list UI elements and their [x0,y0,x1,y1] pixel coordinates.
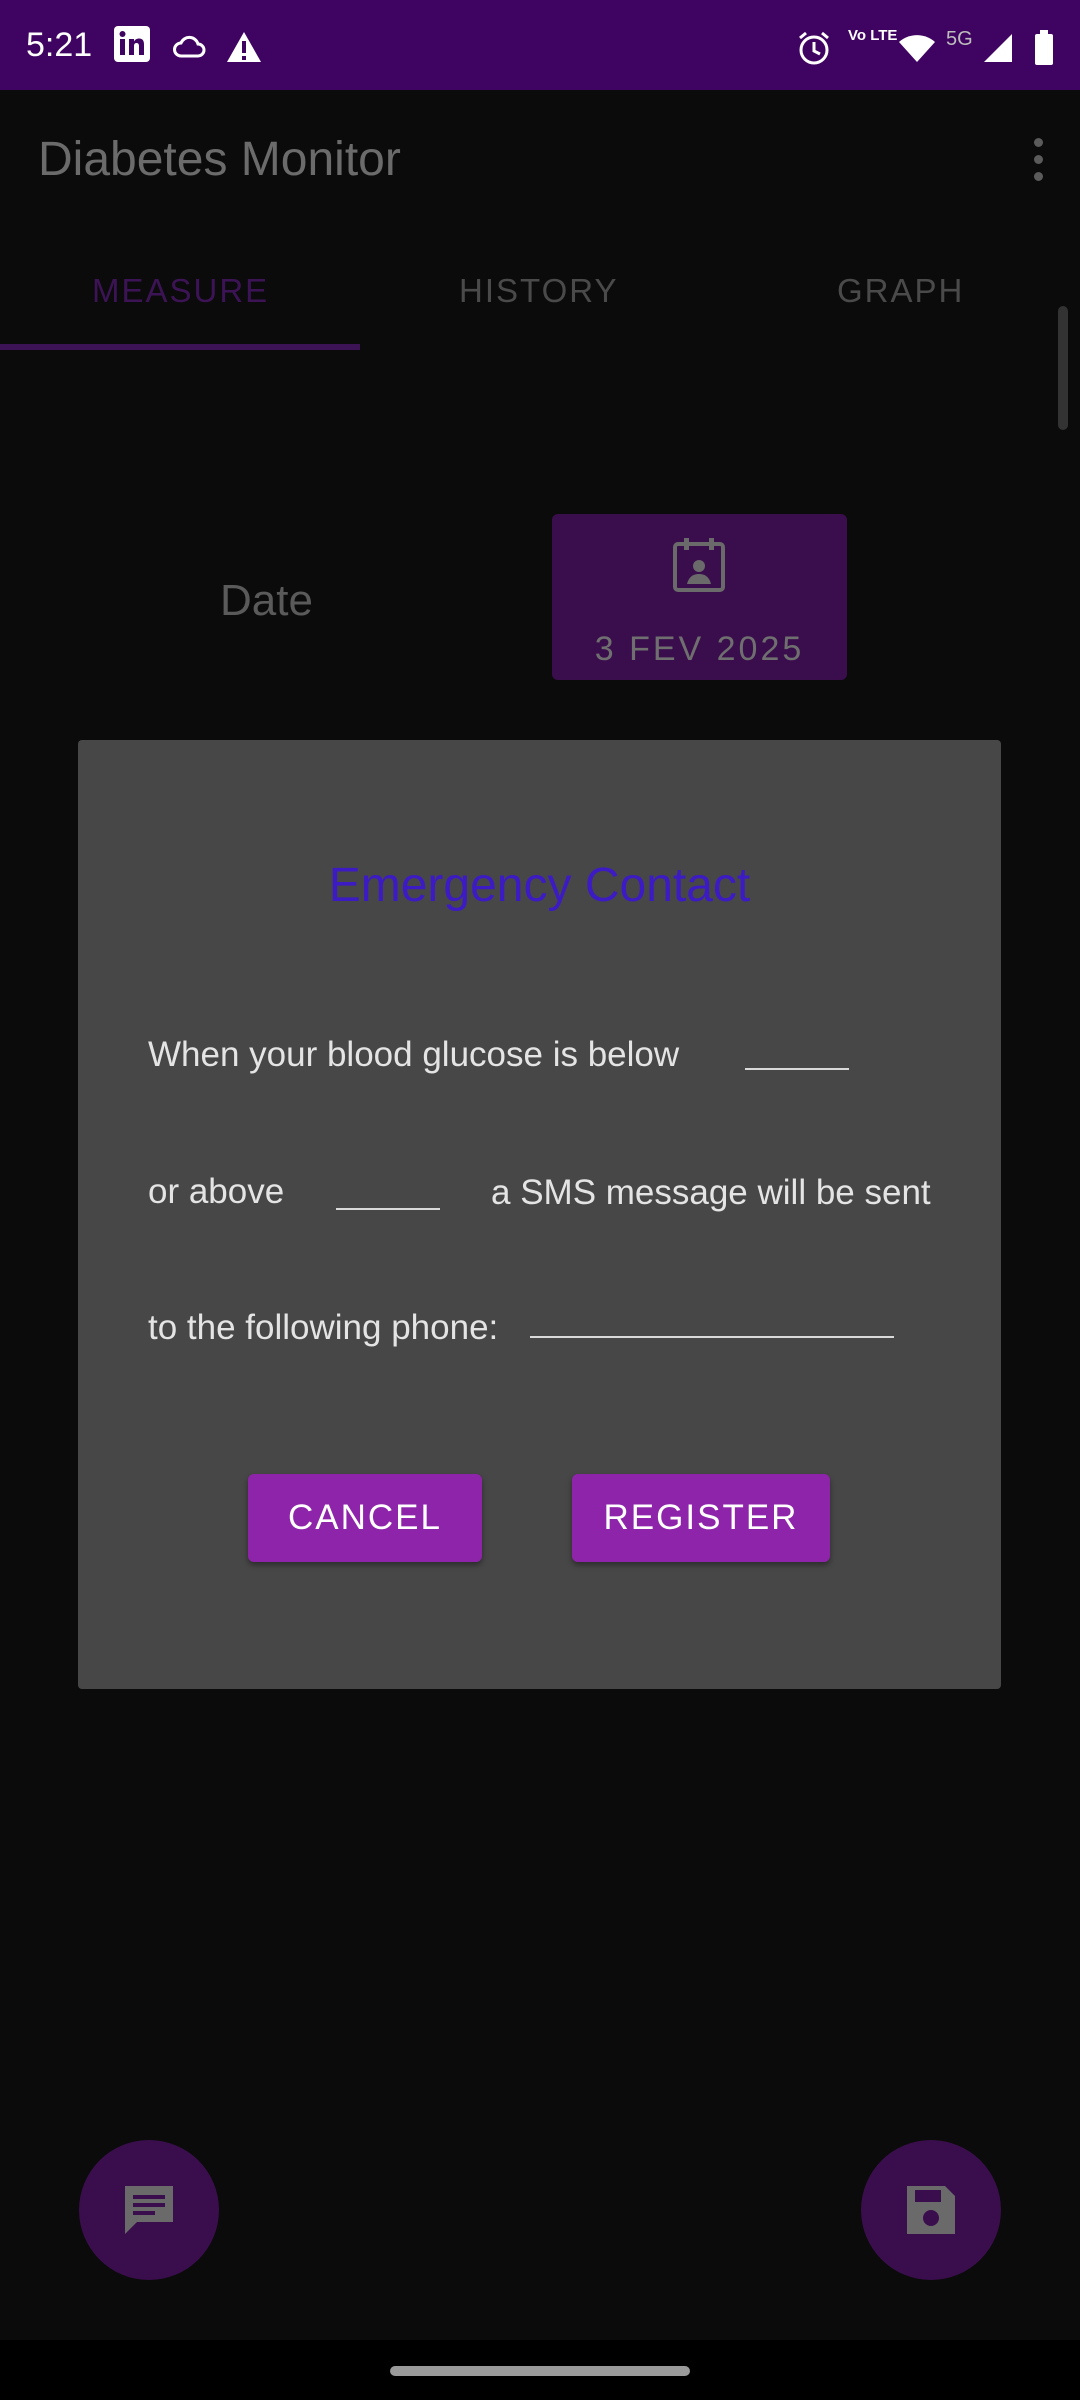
tab-graph[interactable]: GRAPH [837,272,964,310]
home-indicator[interactable] [390,2366,690,2376]
tab-indicator [0,344,360,350]
below-threshold-label: When your blood glucose is below [148,1035,680,1074]
save-icon [907,2186,955,2234]
date-label: Date [220,576,313,625]
5g-icon: 5G [946,28,973,50]
overflow-menu-icon[interactable] [1030,138,1046,186]
register-button[interactable]: REGISTER [572,1474,830,1562]
battery-icon [1034,30,1054,71]
tab-measure[interactable]: MEASURE [92,272,269,310]
sms-message-label: a SMS message will be sent [491,1173,931,1212]
calendar-icon [672,536,726,599]
message-icon [125,2186,173,2234]
alarm-icon [796,30,832,71]
phone-label: to the following phone: [148,1308,499,1347]
linkedin-icon [112,24,152,69]
status-time: 5:21 [26,26,93,64]
tab-history[interactable]: HISTORY [459,272,619,310]
warning-icon [225,30,263,69]
above-threshold-label: or above [148,1172,285,1211]
app-title: Diabetes Monitor [38,133,401,186]
below-threshold-input[interactable] [745,1026,849,1070]
app-bar: Diabetes Monitor [0,90,1080,230]
save-fab[interactable] [861,2140,1001,2280]
cancel-button[interactable]: CANCEL [248,1474,482,1562]
message-fab[interactable] [79,2140,219,2280]
status-bar: 5:21 Vo LTE 5G [0,0,1080,90]
date-picker-button[interactable]: 3 FEV 2025 [552,514,847,680]
dialog-title: Emergency Contact [328,859,751,912]
date-value: 3 FEV 2025 [594,630,805,668]
above-threshold-input[interactable] [336,1166,440,1210]
volte-icon: Vo LTE [848,27,898,44]
tab-bar: MEASURE HISTORY GRAPH [0,230,1080,350]
emergency-contact-dialog: Emergency Contact When your blood glucos… [78,740,1001,1689]
scrollbar[interactable] [1058,306,1068,430]
cloud-icon [172,30,206,65]
phone-input[interactable] [530,1294,894,1338]
signal-icon [982,32,1014,69]
wifi-icon [897,32,937,69]
